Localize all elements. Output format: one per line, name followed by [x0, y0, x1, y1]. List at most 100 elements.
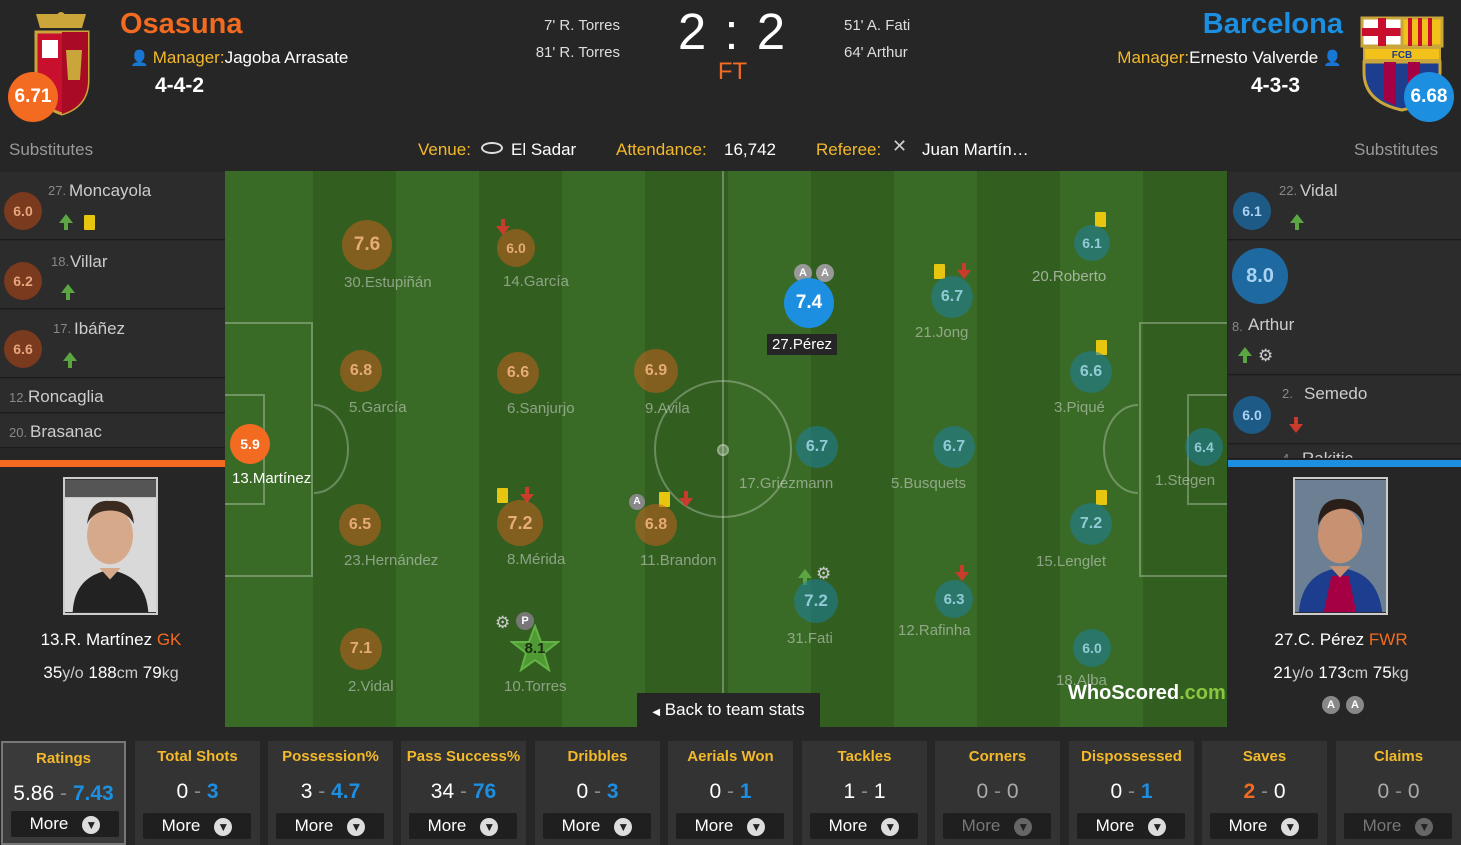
more-button[interactable]: More ▼: [409, 813, 517, 839]
sub-in-icon: [798, 569, 812, 578]
player-name: Rafinha: [918, 622, 971, 639]
player-rating: 6.0: [1073, 629, 1111, 667]
player-label: 15.Lenglet: [1036, 553, 1106, 570]
player-name[interactable]: 13.R. Martínez: [41, 630, 153, 649]
referee-value: Juan Martín…: [922, 140, 1029, 159]
stat-tile[interactable]: Ratings 5.86 - 7.43 More ▼: [1, 741, 126, 845]
more-button[interactable]: More ▼: [276, 813, 384, 839]
home-team-name[interactable]: Osasuna: [120, 8, 243, 41]
player-name: Jong: [935, 324, 969, 341]
away-sub-row[interactable]: 6.0 2. Semedo: [1228, 376, 1461, 444]
stat-away-value: 3: [606, 780, 619, 803]
stat-tile[interactable]: Tackles 1 - 1 More ▼: [802, 741, 927, 845]
sub-name[interactable]: Villar: [70, 252, 107, 272]
stat-tile[interactable]: Saves 2 - 0 More ▼: [1202, 741, 1327, 845]
player-label: 31.Fati: [787, 630, 833, 647]
sub-number: 22.: [1279, 183, 1298, 198]
more-button[interactable]: More ▼: [1210, 813, 1318, 839]
sub-name[interactable]: Vidal: [1300, 181, 1338, 201]
player-name: Martínez: [252, 470, 312, 487]
attendance-key: Attendance:: [616, 140, 707, 159]
sub-number: 20.: [9, 425, 28, 440]
stat-tile[interactable]: Pass Success% 34 - 76 More ▼: [401, 741, 526, 845]
more-button[interactable]: More ▼: [1344, 813, 1452, 839]
stat-away-value: 0: [1407, 780, 1420, 803]
stat-separator: -: [594, 780, 601, 803]
chevron-down-icon: ▼: [881, 817, 900, 836]
chevron-down-icon: ▼: [747, 817, 766, 836]
stat-title: Aerials Won: [687, 748, 774, 765]
more-button[interactable]: More ▼: [810, 813, 918, 839]
sub-rating: 6.0: [1233, 396, 1271, 434]
stat-title: Ratings: [35, 750, 91, 767]
sub-out-icon-stem: [501, 219, 505, 226]
more-button-label: More: [828, 816, 868, 835]
away-sub-row[interactable]: 6.1 22. Vidal: [1228, 172, 1461, 240]
more-button[interactable]: More ▼: [943, 813, 1051, 839]
home-manager-name[interactable]: Jagoba Arrasate: [225, 48, 349, 67]
stat-title: Saves: [1242, 748, 1287, 765]
whoscored-logo[interactable]: WhoScored.com: [1068, 682, 1226, 705]
player-number: 21.: [915, 324, 936, 341]
sub-name[interactable]: Ibáñez: [74, 319, 125, 339]
player-weight: 75: [1372, 663, 1392, 682]
away-sub-row[interactable]: 8.0 8. Arthur ⚙: [1228, 241, 1461, 375]
away-team-name[interactable]: Barcelona: [1203, 8, 1343, 41]
stat-home-value: 0: [176, 780, 189, 803]
stat-tile[interactable]: Claims 0 - 0 More ▼: [1336, 741, 1461, 845]
chevron-down-icon: ▼: [1148, 817, 1167, 836]
stat-tile[interactable]: Possession% 3 - 4.7 More ▼: [268, 741, 393, 845]
home-sub-row[interactable]: 6.0 27. Moncayola: [0, 172, 225, 240]
sub-out-icon-stem: [684, 491, 688, 498]
goal-icon: ⚙: [495, 613, 511, 632]
sub-name[interactable]: Semedo: [1304, 384, 1367, 404]
home-sub-row[interactable]: 20. Brasanac: [0, 414, 225, 448]
stat-tile[interactable]: Dribbles 0 - 3 More ▼: [535, 741, 660, 845]
stat-separator: -: [60, 782, 67, 805]
stat-tile[interactable]: Total Shots 0 - 3 More ▼: [135, 741, 260, 845]
away-goals: 51' A. Fati 64' Arthur: [844, 12, 964, 66]
stat-tile[interactable]: Dispossessed 0 - 1 More ▼: [1069, 741, 1194, 845]
away-manager-name[interactable]: Ernesto Valverde: [1189, 48, 1318, 67]
sub-name[interactable]: Arthur: [1248, 315, 1294, 335]
stat-home-value: 0: [976, 780, 989, 803]
stat-values: 0 - 1: [668, 780, 793, 804]
chevron-down-icon: ▼: [347, 817, 366, 836]
home-manager: 👤 Manager:Jagoba Arrasate: [130, 48, 348, 68]
player-label: 17.Griezmann: [739, 475, 833, 492]
sub-name[interactable]: Roncaglia: [28, 387, 104, 407]
more-button[interactable]: More ▼: [543, 813, 651, 839]
sub-in-icon-stem: [1295, 223, 1299, 230]
player-rating: 6.1: [1074, 225, 1110, 261]
more-button[interactable]: More ▼: [676, 813, 784, 839]
captain-badge-icon: A: [1346, 696, 1364, 714]
more-button-label: More: [561, 816, 601, 835]
more-button[interactable]: More ▼: [11, 811, 119, 837]
player-number: 6.: [507, 400, 520, 417]
player-rating: 7.2: [497, 500, 543, 546]
home-sub-row[interactable]: 6.6 17. Ibáñez: [0, 310, 225, 378]
home-sub-row[interactable]: 12. Roncaglia: [0, 379, 225, 413]
stat-tile[interactable]: Aerials Won 0 - 1 More ▼: [668, 741, 793, 845]
stat-tile[interactable]: Corners 0 - 0 More ▼: [935, 741, 1060, 845]
player-name: García: [523, 273, 569, 290]
sub-name[interactable]: Rakitic: [1302, 449, 1353, 458]
player-name[interactable]: 27.C. Pérez: [1274, 630, 1364, 649]
more-button[interactable]: More ▼: [1077, 813, 1185, 839]
sub-name[interactable]: Brasanac: [30, 422, 102, 442]
player-label: 20.Roberto: [1032, 268, 1106, 285]
stat-values: 1 - 1: [802, 780, 927, 804]
more-button[interactable]: More ▼: [143, 813, 251, 839]
player-label: 13.Martínez: [232, 470, 311, 487]
sub-out-icon-stem: [1294, 417, 1298, 424]
player-number: 27.: [772, 336, 793, 353]
player-name: Piqué: [1066, 399, 1105, 416]
back-to-team-stats-button[interactable]: ◀ Back to team stats: [637, 693, 820, 727]
away-sub-row[interactable]: 4. Rakitic: [1228, 445, 1461, 459]
sub-number: 4.: [1282, 451, 1293, 459]
stat-away-value: 1: [739, 780, 752, 803]
player-name: Fati: [807, 630, 833, 647]
sub-name[interactable]: Moncayola: [69, 181, 151, 201]
home-sub-row[interactable]: 6.2 18. Villar: [0, 241, 225, 309]
away-player-card-info: 21y/o 173cm 75kg: [1246, 663, 1436, 683]
